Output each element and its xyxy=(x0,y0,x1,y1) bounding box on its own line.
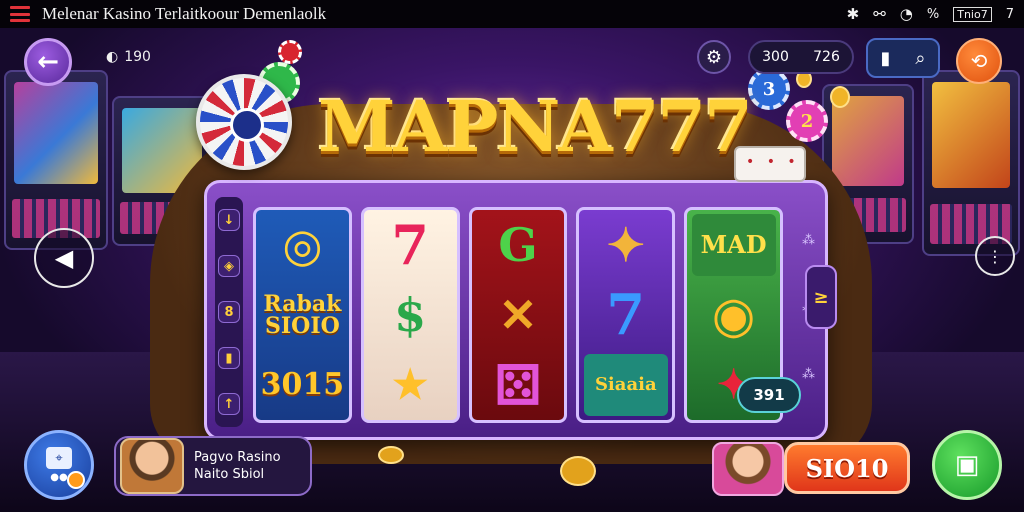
reel-2: 7 $ ★ xyxy=(360,207,460,423)
signal-label: 7 xyxy=(1005,6,1014,22)
host-avatar xyxy=(712,442,784,496)
hud-stats: 300 726 xyxy=(748,40,854,74)
notification-badge xyxy=(67,471,85,489)
search-icon: ⌕ xyxy=(915,47,926,69)
reel-4-symbol-1: ✦ xyxy=(606,218,646,272)
map-button[interactable]: ⌖ ●● xyxy=(24,430,94,500)
floating-chip-red xyxy=(278,40,302,64)
side-lever-button[interactable]: ≥ xyxy=(805,265,837,329)
game-scene: Melenar Kasino Terlaitkoour Demenlaolk ✱… xyxy=(0,0,1024,512)
side-button-1[interactable]: ◈ xyxy=(218,255,240,277)
wifi-icon: ◔ xyxy=(899,5,913,23)
dice-icon xyxy=(734,146,806,182)
floating-coin-3 xyxy=(560,456,596,486)
settings-button[interactable]: ⚙ xyxy=(697,40,731,74)
arrow-left-icon: ← xyxy=(37,47,59,77)
roulette-wheel-icon xyxy=(196,74,292,170)
spin-button[interactable]: SIO10 xyxy=(784,442,910,494)
coin-count: 190 xyxy=(124,49,151,65)
reel-1: ◎ Rabak SIOIO 3015 xyxy=(253,207,352,423)
reel-1-symbol-2: Rabak SIOIO xyxy=(263,291,342,339)
reel-3-symbol-3: ⚄ xyxy=(494,353,542,417)
reel-5-symbol-1: MAD xyxy=(691,214,776,276)
stat-a: 300 xyxy=(762,49,789,65)
chip-pink-label: 2 xyxy=(800,110,814,132)
reel-2-symbol-2: $ xyxy=(394,288,427,342)
floating-chip-pink: 2 xyxy=(786,100,828,142)
stat-b: 726 xyxy=(813,49,840,65)
side-button-4[interactable]: ↑ xyxy=(218,393,240,415)
floating-chip-blue: 3 xyxy=(748,68,790,110)
reel-4-symbol-2: 7 xyxy=(606,282,646,348)
battery-percent: % xyxy=(926,6,940,22)
shopping-bag-icon: ▣ xyxy=(954,450,980,480)
reel-4: ✦ 7 Siaaia xyxy=(576,207,676,423)
map-dots: ●● xyxy=(50,472,68,483)
next-game-button[interactable]: ⋮ xyxy=(975,236,1015,276)
coin-readout: ◐ 190 xyxy=(106,49,151,65)
side-button-0[interactable]: ↓ xyxy=(218,209,240,231)
game-logo: MAPNA777 xyxy=(318,85,753,168)
reel-3: G ✕ ⚄ xyxy=(468,207,568,423)
reel-4-symbol-3: Siaaia xyxy=(583,354,668,416)
reel-3-symbol-1: G xyxy=(498,218,538,272)
side-button-3[interactable]: ▮ xyxy=(218,347,240,369)
paytable-button[interactable]: ▮ ⌕ xyxy=(866,38,940,78)
win-value: 391 xyxy=(737,377,801,413)
floating-coin-4 xyxy=(378,446,404,464)
book-icon: ▮ xyxy=(880,47,891,69)
previous-game-button[interactable]: ◀ xyxy=(34,228,94,288)
chip-blue-label: 3 xyxy=(762,78,776,100)
battery-label: Tnio7 xyxy=(953,6,992,22)
side-button-2[interactable]: 8 xyxy=(218,301,240,323)
reel-3-symbol-2: ✕ xyxy=(498,288,538,342)
coin-icon: ◐ xyxy=(106,49,119,65)
map-pin-icon: ⌖ xyxy=(46,447,72,469)
profile-line-1: Pagvo Rasino xyxy=(194,450,281,465)
share-icon: ⟲ xyxy=(970,49,988,73)
menu-icon[interactable] xyxy=(10,6,30,22)
back-button[interactable]: ← xyxy=(24,38,72,86)
bg-arcade-machine-left xyxy=(4,70,108,250)
bluetooth-icon: ✱ xyxy=(846,5,860,23)
chevron-left-icon: ◀ xyxy=(54,244,74,272)
slot-cabinet: ↓ ◈ 8 ▮ ↑ ◎ Rabak SIOIO 3015 7 $ ★ G ✕ ⚄ xyxy=(204,180,837,440)
reel-5-symbol-2: ◉ xyxy=(711,285,756,344)
side-button-column: ↓ ◈ 8 ▮ ↑ xyxy=(215,197,243,427)
shop-button[interactable]: ▣ xyxy=(932,430,1002,500)
reel-area: ◎ Rabak SIOIO 3015 7 $ ★ G ✕ ⚄ ✦ 7 Siaai… xyxy=(253,207,783,423)
profile-card[interactable]: Pagvo Rasino Naito Sbiol xyxy=(114,436,312,496)
reel-2-symbol-3: ★ xyxy=(392,361,429,408)
avatar xyxy=(120,438,184,494)
gear-icon: ⚙ xyxy=(705,46,723,68)
link-icon: ⚯ xyxy=(873,5,886,23)
status-bar: Melenar Kasino Terlaitkoour Demenlaolk ✱… xyxy=(0,0,1024,28)
share-button[interactable]: ⟲ xyxy=(956,38,1002,84)
reel-2-symbol-1: 7 xyxy=(391,213,429,277)
floating-coin-1 xyxy=(830,86,850,108)
bg-arcade-machine-right-2 xyxy=(922,70,1020,256)
more-icon: ⋮ xyxy=(987,246,1003,266)
reel-1-symbol-1: ◎ xyxy=(282,218,323,272)
profile-line-2: Naito Sbiol xyxy=(194,467,265,482)
reel-1-symbol-3: 3015 xyxy=(260,367,345,402)
status-title: Melenar Kasino Terlaitkoour Demenlaolk xyxy=(42,4,327,23)
